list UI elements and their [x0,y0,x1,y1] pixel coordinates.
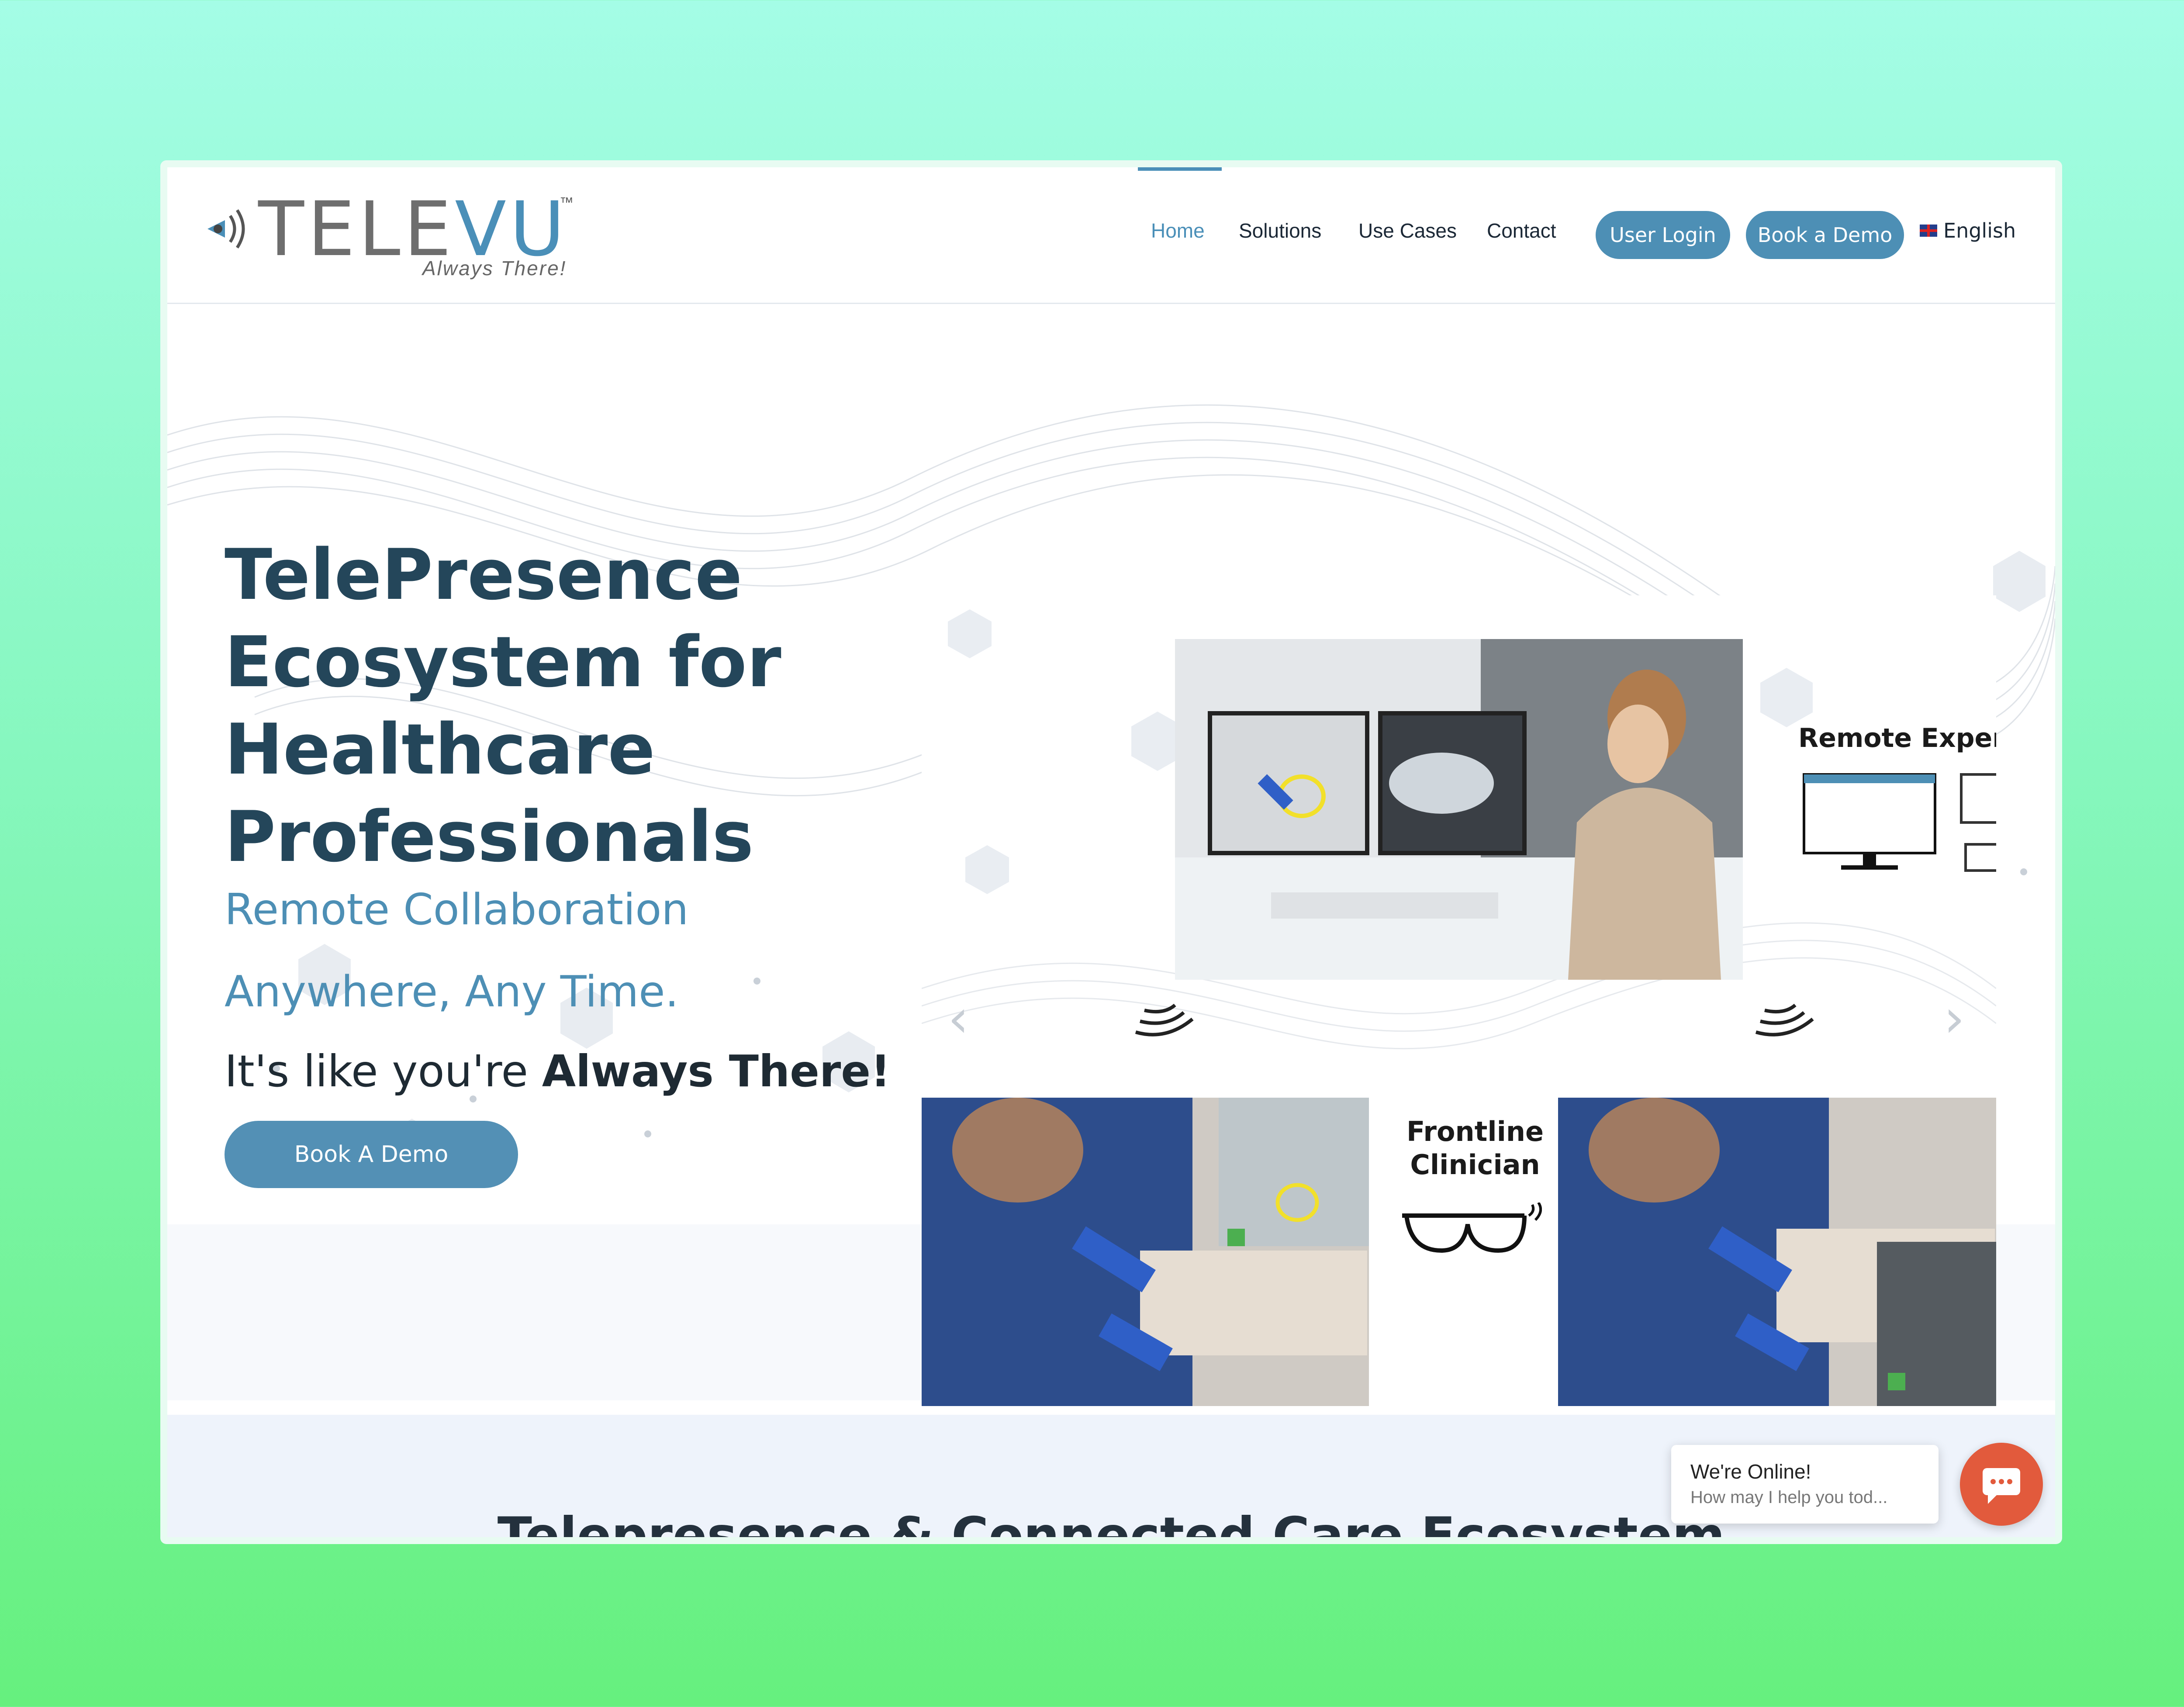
hero-section: TelePresence Ecosystem for Healthcare Pr… [167,304,2055,1456]
logo-wordmark: TELEVU [258,192,568,267]
chat-launcher-button[interactable] [1960,1443,2043,1526]
televu-logo[interactable]: TELEVU ™ Always There! [199,192,592,282]
nav-contact[interactable]: Contact [1487,219,1556,242]
book-demo-button[interactable]: Book a Demo [1746,211,1904,259]
smart-glasses-icon [1402,1203,1542,1253]
slider-next-arrow[interactable]: › [1944,988,1965,1049]
remote-expert-label: Remote Expert [1798,723,1996,753]
nav-home[interactable]: Home [1151,219,1205,242]
user-login-button[interactable]: User Login [1596,211,1730,259]
hero-image-slider[interactable]: Remote Expert ‹ › Frontline Clinician [922,595,1996,1456]
hero-title-line-2: Ecosystem for [225,621,781,703]
remote-expert-photo [1175,639,1743,980]
hero-title-line-3: Healthcare [225,708,655,790]
hero-tagline-bold: Always There! [542,1046,891,1097]
nav-solutions[interactable]: Solutions [1239,219,1321,242]
hero-title-line-4: Professionals [225,796,754,878]
chat-bubble-icon [1983,1468,2020,1504]
logo-tagline: Always There! [422,257,567,280]
chat-greeting-title: We're Online! [1690,1460,1811,1483]
hero-title: TelePresence Ecosystem for Healthcare Pr… [225,531,967,881]
uk-flag-icon [1920,225,1937,237]
hero-tagline: It's like you're Always There! [225,1046,891,1097]
frontline-photo-right [1558,1098,1996,1406]
chat-greeting-card[interactable]: We're Online! How may I help you tod... [1671,1445,1939,1524]
frontline-label-line-1: Frontline [1406,1116,1544,1147]
logo-trademark: ™ [560,194,574,210]
hero-subtitle-remote: Remote Collaboration [225,885,689,935]
frontline-label-line-2: Clinician [1410,1149,1540,1181]
clinician-illustration-left [922,1098,1369,1406]
monitors-icon [1803,773,1996,872]
site-header: TELEVU ™ Always There! Home Solutions Us… [167,167,2055,304]
nav-use-cases[interactable]: Use Cases [1358,219,1457,242]
slider-prev-arrow[interactable]: ‹ [948,988,969,1049]
ear-wave-icon [207,209,245,249]
hero-subtitle-anywhere: Anywhere, Any Time. [225,967,679,1017]
hero-title-line-1: TelePresence [225,534,743,615]
hero-book-demo-button[interactable]: Book A Demo [225,1121,518,1188]
language-selector[interactable]: English [1920,219,2016,242]
frontline-label: Frontline Clinician [1406,1115,1544,1182]
remote-expert-illustration [1175,639,1743,980]
clinician-illustration-right [1558,1098,1996,1406]
wireless-signal-right-icon [1755,1003,1814,1037]
hero-tagline-prefix: It's like you're [225,1046,542,1097]
nav-active-indicator [1138,167,1222,171]
browser-window: TELEVU ™ Always There! Home Solutions Us… [167,167,2055,1537]
language-label: English [1943,219,2016,242]
chat-greeting-subtitle: How may I help you tod... [1690,1488,1888,1507]
frontline-photo-left [922,1098,1369,1406]
wireless-signal-left-icon [1135,1003,1194,1037]
